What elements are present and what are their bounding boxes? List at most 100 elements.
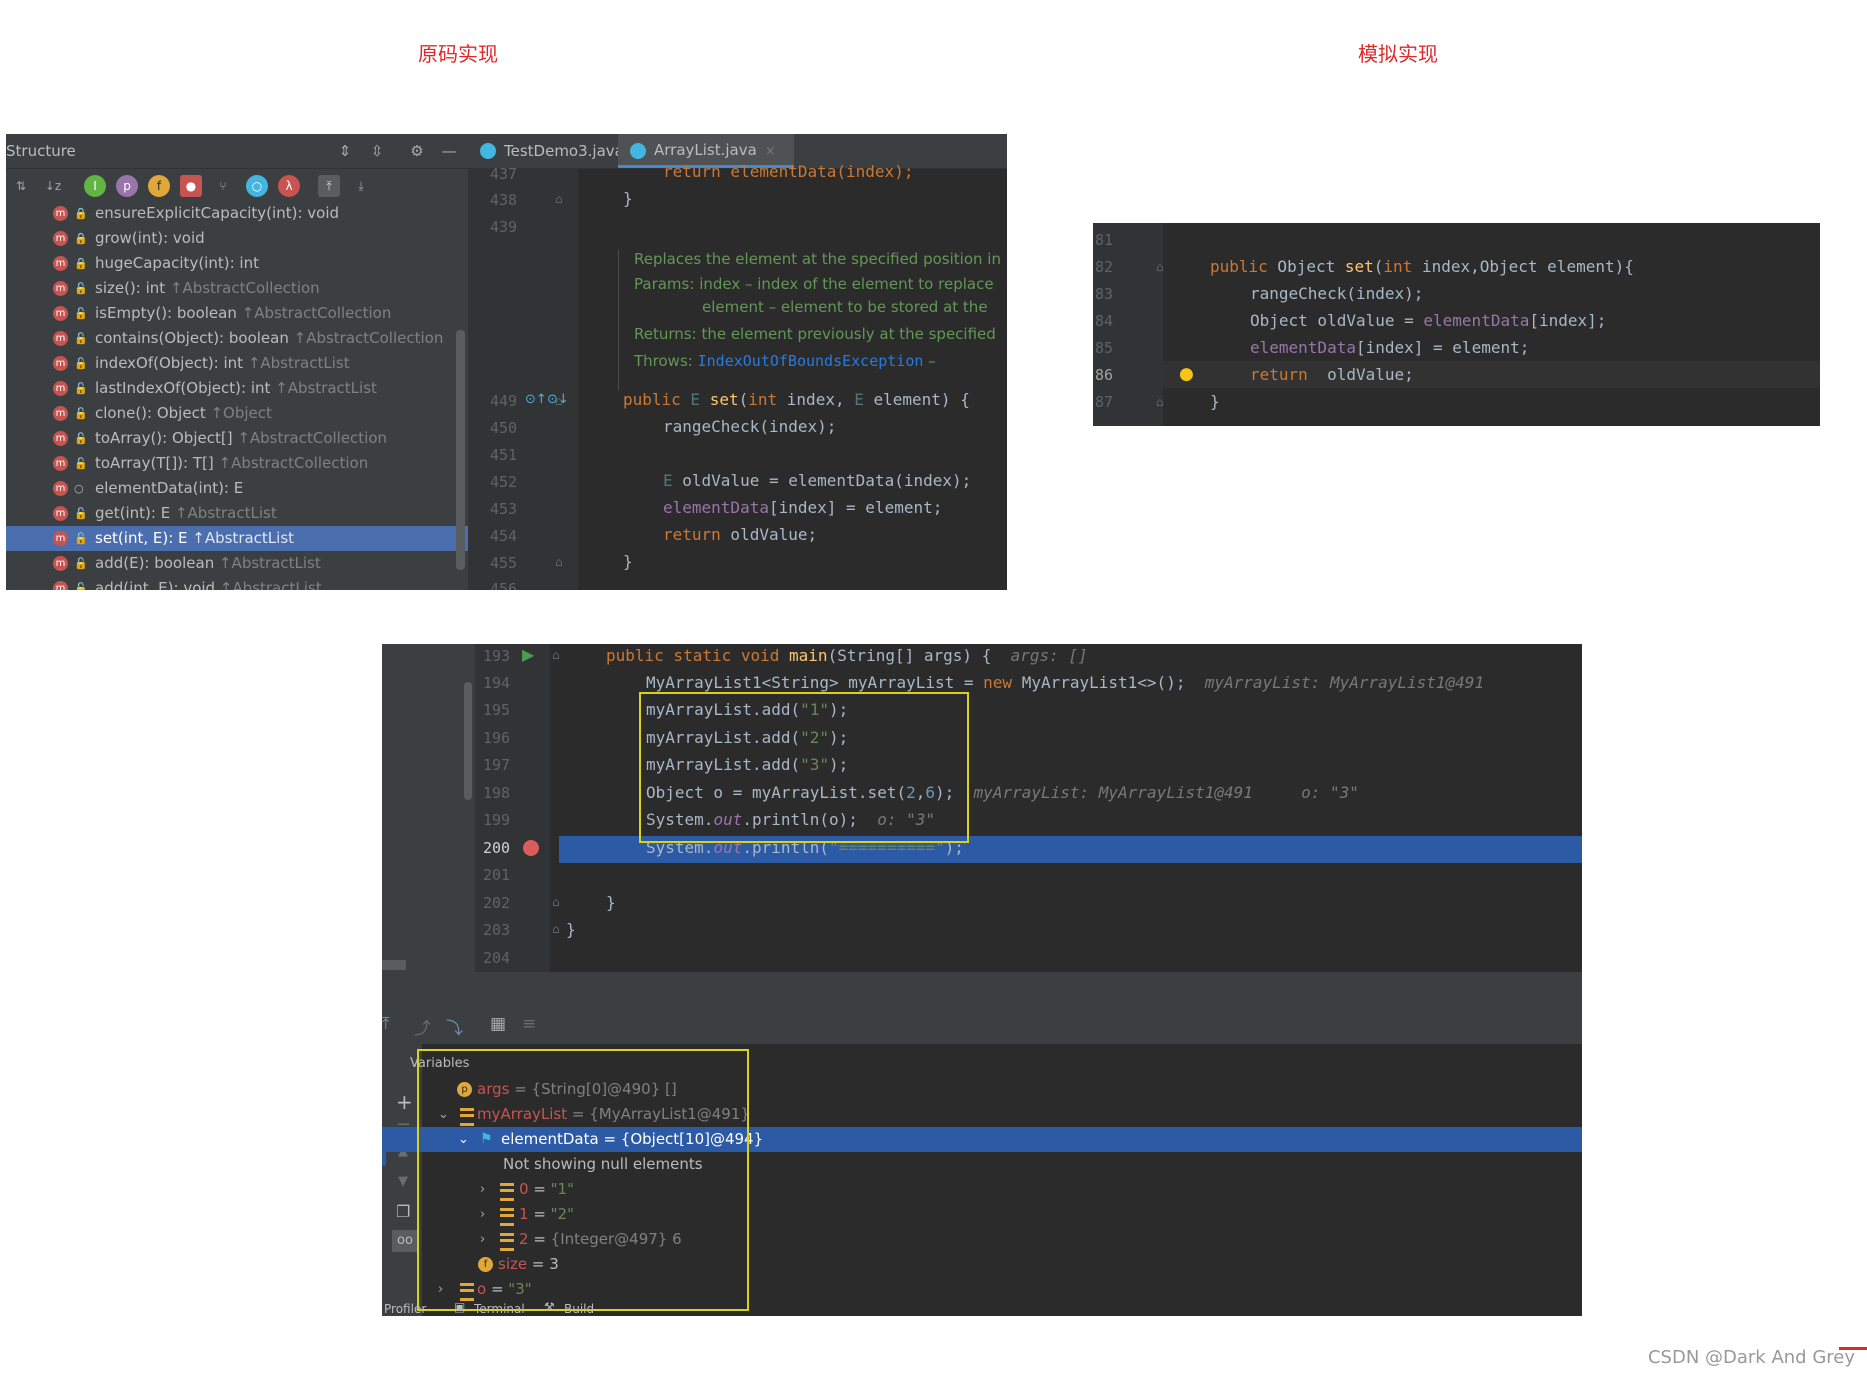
expand-all-icon[interactable]: ⇕ xyxy=(334,140,356,162)
trace-icon[interactable]: ≡ xyxy=(522,1014,536,1034)
run-to-cursor-icon[interactable]: ⤵ xyxy=(446,1014,463,1039)
structure-header: Structure ⇕ ⇳ ⚙ — xyxy=(6,134,468,169)
tab-terminal[interactable]: Terminal xyxy=(474,1302,525,1316)
show-anonymous-icon[interactable]: ⑂ xyxy=(212,175,234,197)
fold-icon[interactable]: ⌂ xyxy=(552,648,560,662)
watermark: CSDN @Dark And Grey xyxy=(1647,1347,1855,1368)
structure-item[interactable]: m 🔒 hugeCapacity(int): int xyxy=(6,251,468,276)
caption-simulated: 模拟实现 xyxy=(1358,42,1438,66)
structure-item[interactable]: m 🔓 lastIndexOf(Object): int ↑AbstractList xyxy=(6,376,468,401)
line-number: 452 xyxy=(490,473,518,491)
code-token: int xyxy=(748,390,778,409)
fold-icon[interactable]: ⌂ xyxy=(555,555,563,569)
structure-item[interactable]: m 🔓 get(int): E ↑AbstractList xyxy=(6,501,468,526)
line-number: 449 xyxy=(490,392,518,410)
gear-icon[interactable]: ⚙ xyxy=(406,140,428,162)
sort-visibility-icon[interactable]: ⇅ xyxy=(10,175,32,197)
horizontal-scrollbar[interactable] xyxy=(382,960,406,970)
simulated-editor-panel: 81 82 83 84 85 86 87 ⌂ ⌂ ● public Object… xyxy=(1093,223,1820,426)
minimize-icon[interactable]: — xyxy=(438,140,460,162)
show-inherited-icon[interactable]: I xyxy=(84,175,106,197)
structure-item-label: grow(int): void xyxy=(95,226,205,251)
editor-scrollbar[interactable] xyxy=(464,682,472,800)
method-signature: grow(int): void xyxy=(95,229,205,247)
structure-item[interactable]: m 🔓 add(int, E): void ↑AbstractList xyxy=(6,576,468,590)
overrides-icon[interactable]: ⊙↑ xyxy=(525,392,547,407)
line-number: 438 xyxy=(490,191,518,209)
debug-toolbar: ⤒ ⤴ ⤵ ▦ ≡ xyxy=(382,1006,1582,1045)
structure-item[interactable]: m 🔓 indexOf(Object): int ↑AbstractList xyxy=(6,351,468,376)
show-non-public-icon[interactable]: ● xyxy=(180,175,202,197)
code-token: elementData xyxy=(1250,338,1356,357)
show-properties-icon[interactable]: p xyxy=(116,175,138,197)
code-token: MyArrayList1<>(); xyxy=(1012,673,1186,692)
structure-item[interactable]: m 🔓 clone(): Object ↑Object xyxy=(6,401,468,426)
code-token: [index]; xyxy=(1529,311,1607,330)
breakpoint-icon[interactable] xyxy=(523,840,539,856)
fold-icon[interactable]: ⌂ xyxy=(1156,260,1164,274)
evaluate-expression-icon[interactable]: ▦ xyxy=(490,1014,506,1034)
doc-throws-link[interactable]: IndexOutOfBoundsException xyxy=(698,352,924,370)
doc-throws-rest: – xyxy=(923,352,936,370)
sort-alpha-icon[interactable]: ↓z xyxy=(42,175,64,197)
structure-item-label: toArray(): Object[] ↑AbstractCollection xyxy=(95,426,387,451)
method-signature: clone(): Object xyxy=(95,404,211,422)
autoscroll-from-source-icon[interactable]: ⤓ xyxy=(350,175,372,197)
structure-item[interactable]: m 🔓 isEmpty(): boolean ↑AbstractCollection xyxy=(6,301,468,326)
structure-scrollbar[interactable] xyxy=(456,330,465,570)
line-number: 193 xyxy=(483,647,511,665)
inherited-from: ↑AbstractList xyxy=(192,529,295,547)
fold-icon[interactable]: ⌂ xyxy=(555,192,563,206)
structure-item[interactable]: m 🔒 ensureExplicitCapacity(int): void xyxy=(6,201,468,226)
structure-item[interactable]: m ○ elementData(int): E xyxy=(6,476,468,501)
structure-panel: Structure ⇕ ⇳ ⚙ — ⇅ ↓z I p f ● ⑂ ○ λ ⤒ ⤓… xyxy=(6,134,468,590)
lightbulb-icon[interactable]: ● xyxy=(1179,364,1194,384)
show-fields-icon[interactable]: f xyxy=(148,175,170,197)
tab-build[interactable]: Build xyxy=(564,1302,594,1316)
structure-item-label: clone(): Object ↑Object xyxy=(95,401,272,426)
doc-param1: index – index of the element to replace xyxy=(699,275,994,293)
method-icon: m xyxy=(53,381,68,396)
code-token: int xyxy=(1383,257,1413,276)
method-signature: contains(Object): boolean xyxy=(95,329,294,347)
code-token: } xyxy=(606,893,616,912)
code-token: elementData xyxy=(1423,311,1530,330)
structure-item[interactable]: m 🔓 contains(Object): boolean ↑AbstractCol… xyxy=(6,326,468,351)
fold-icon[interactable]: ⌂ xyxy=(552,922,560,936)
code-line-202: } xyxy=(606,893,616,912)
structure-item[interactable]: m 🔓 toArray(T[]): T[] ↑AbstractCollection xyxy=(6,451,468,476)
collapse-all-icon[interactable]: ⇳ xyxy=(366,140,388,162)
fold-icon[interactable]: ⌂ xyxy=(555,394,563,408)
structure-item[interactable]: m 🔓 size(): int ↑AbstractCollection xyxy=(6,276,468,301)
fold-icon[interactable]: ⌂ xyxy=(1156,395,1164,409)
drop-frame-icon[interactable]: ⤴ xyxy=(414,1014,431,1039)
code-line-454: return oldValue; xyxy=(663,525,817,544)
structure-item[interactable]: m 🔒 grow(int): void xyxy=(6,226,468,251)
code-token: } xyxy=(566,920,576,939)
code-token: public static void xyxy=(606,646,780,665)
method-signature: lastIndexOf(Object): int xyxy=(95,379,276,397)
left-gutter xyxy=(382,644,475,972)
structure-item-label: isEmpty(): boolean ↑AbstractCollection xyxy=(95,301,391,326)
doc-returns-label: Returns: xyxy=(634,325,697,343)
line-number: 81 xyxy=(1095,231,1114,249)
code-token: } xyxy=(623,189,633,208)
step-out-icon[interactable]: ⤒ xyxy=(382,1014,390,1034)
autoscroll-to-source-icon[interactable]: ⤒ xyxy=(318,175,340,197)
method-icon: m xyxy=(53,456,68,471)
method-signature: toArray(): Object[] xyxy=(95,429,238,447)
line-number: 195 xyxy=(483,701,511,719)
structure-item[interactable]: m 🔓 add(E): boolean ↑AbstractList xyxy=(6,551,468,576)
tab-profiler[interactable]: Profiler xyxy=(384,1302,426,1316)
caption-original: 原码实现 xyxy=(418,42,498,66)
close-icon[interactable]: × xyxy=(765,144,776,159)
structure-item[interactable]: m 🔓 set(int, E): E ↑AbstractList xyxy=(6,526,468,551)
show-lambda-icon[interactable]: λ xyxy=(278,175,300,197)
doc-returns-text: the element previously at the specified xyxy=(701,325,996,343)
run-icon[interactable]: ▶ xyxy=(522,645,534,664)
structure-item[interactable]: m 🔓 toArray(): Object[] ↑AbstractCollectio… xyxy=(6,426,468,451)
method-signature: get(int): E xyxy=(95,504,175,522)
line-number: 200 xyxy=(483,839,511,857)
show-lambdas-icon[interactable]: ○ xyxy=(246,175,268,197)
fold-icon[interactable]: ⌂ xyxy=(552,895,560,909)
